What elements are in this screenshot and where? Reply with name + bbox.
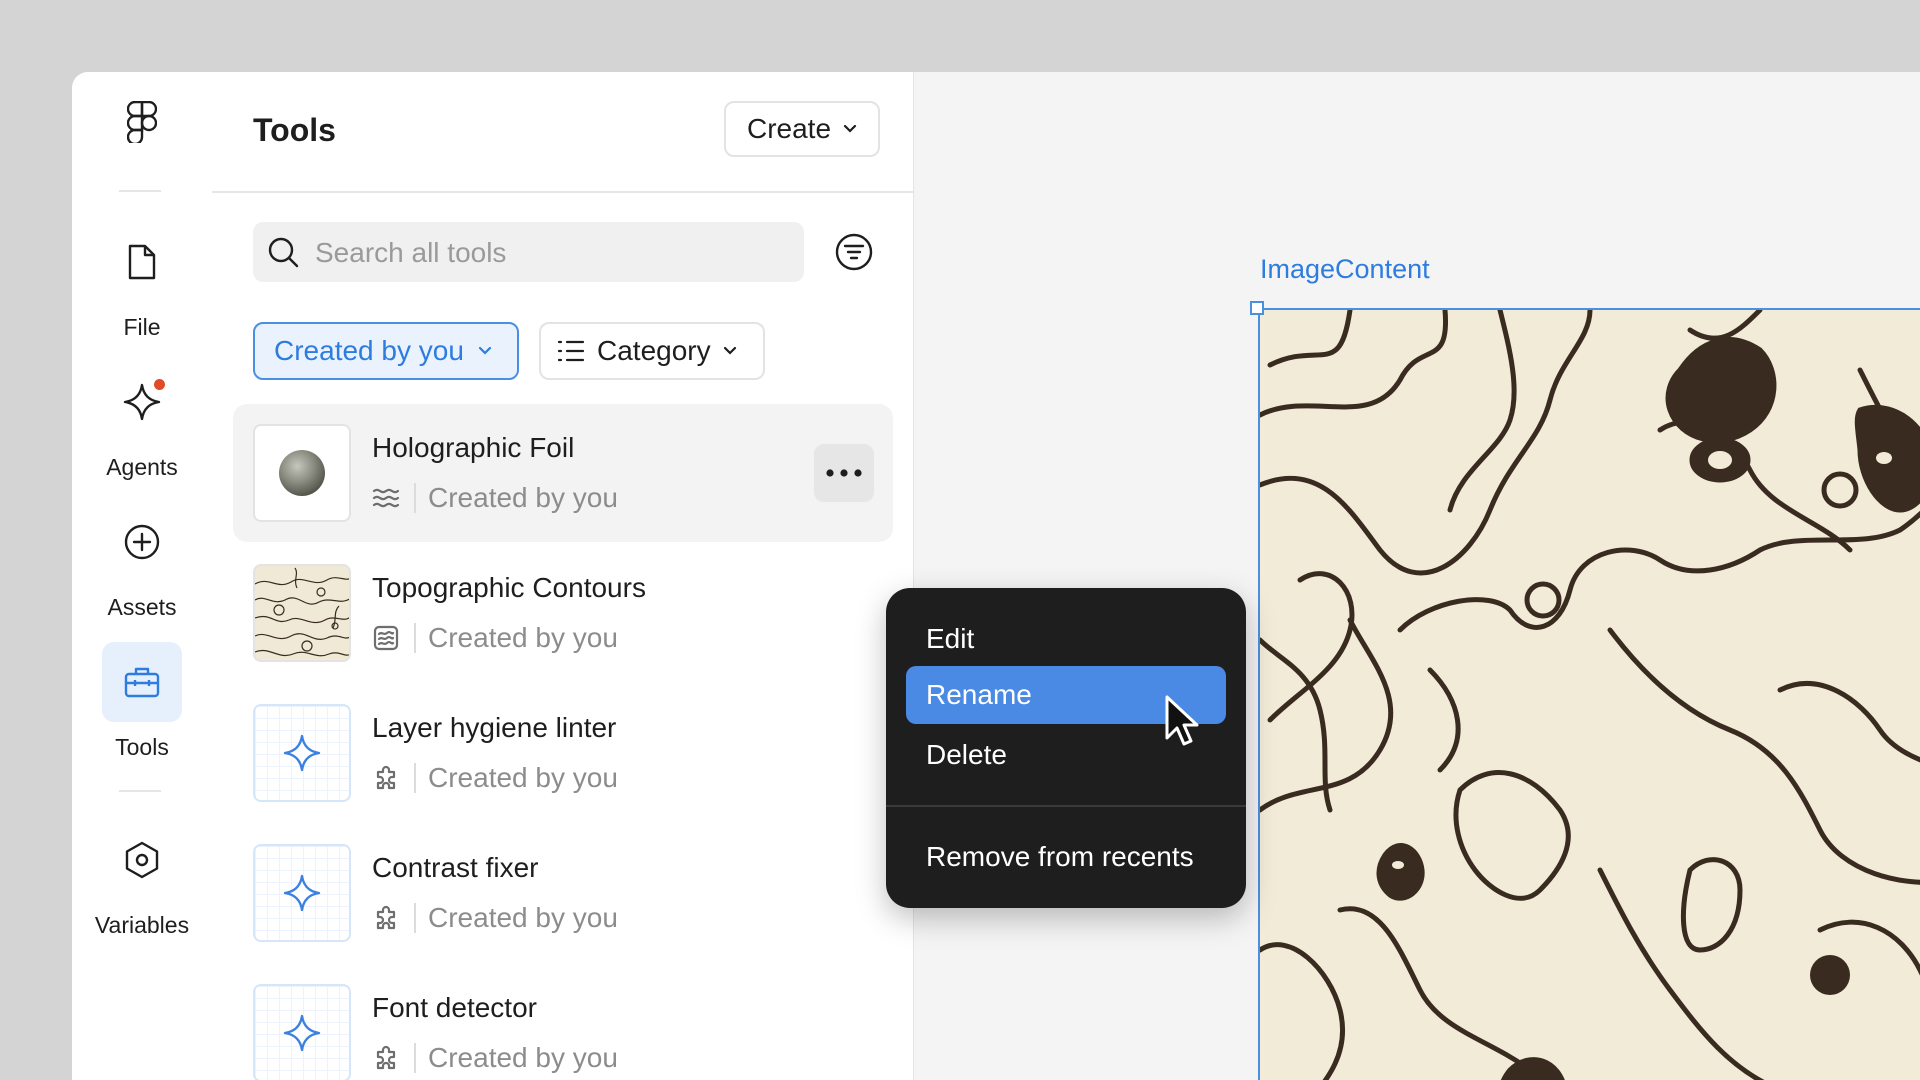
menu-item-remove-from-recents[interactable]: Remove from recents: [906, 828, 1226, 886]
sparkle-icon: [283, 734, 321, 772]
chevron-down-icon: [843, 124, 857, 133]
rail-item-assets[interactable]: Assets: [72, 502, 212, 621]
search-box[interactable]: [253, 222, 804, 284]
create-button-label: Create: [746, 113, 832, 144]
filter-category[interactable]: Category: [539, 322, 765, 380]
chevron-down-icon: [723, 346, 736, 355]
tool-thumbnail: [253, 564, 351, 662]
sparkle-icon: [283, 874, 321, 912]
tool-meta: Created by you: [372, 902, 618, 934]
tool-row[interactable]: Layer hygiene linter Created by you: [233, 684, 893, 822]
context-menu: Edit Rename Delete Remove from recents: [886, 588, 1246, 908]
meta-separator: [414, 1043, 416, 1073]
tool-row[interactable]: Contrast fixer Created by you: [233, 824, 893, 962]
rail-item-file[interactable]: File: [72, 222, 212, 341]
rail-item-tools[interactable]: Tools: [72, 642, 212, 761]
plugin-icon: [376, 905, 396, 930]
tool-meta: Created by you: [372, 762, 618, 794]
panel-header: Tools Create: [212, 72, 913, 193]
frame-label[interactable]: ImageContent: [1260, 254, 1430, 285]
search-icon: [268, 237, 299, 268]
tool-row[interactable]: Topographic Contours Created by you: [233, 544, 893, 682]
more-horizontal-icon: [826, 469, 862, 477]
rail-item-variables[interactable]: Variables: [72, 820, 212, 939]
menu-divider: [886, 805, 1246, 807]
sparkle-icon: [102, 362, 182, 442]
rail-label: Variables: [94, 912, 190, 938]
plugin-icon: [376, 765, 396, 790]
tool-name: Holographic Foil: [372, 432, 575, 463]
rail-label: Agents: [106, 454, 178, 480]
left-rail: File Agents Assets Tools Variables: [72, 72, 213, 1080]
waves-icon: [372, 488, 400, 508]
rail-divider: [119, 190, 161, 192]
resize-handle[interactable]: [1250, 301, 1264, 315]
tool-creator: Created by you: [428, 1042, 618, 1073]
create-button[interactable]: Create: [724, 101, 880, 157]
sparkle-icon: [283, 1014, 321, 1052]
tool-creator: Created by you: [428, 482, 618, 513]
tool-creator: Created by you: [428, 902, 618, 933]
filter-created-by[interactable]: Created by you: [253, 322, 519, 380]
notification-dot: [152, 377, 167, 392]
tool-name: Topographic Contours: [372, 572, 646, 603]
rail-label: Tools: [115, 734, 169, 760]
meta-separator: [414, 623, 416, 653]
plus-circle-icon: [102, 502, 182, 582]
chevron-down-icon: [478, 346, 491, 355]
meta-separator: [414, 903, 416, 933]
more-options-button[interactable]: [814, 444, 874, 502]
meta-separator: [414, 763, 416, 793]
file-icon: [102, 222, 182, 302]
rail-item-agents[interactable]: Agents: [72, 362, 212, 481]
menu-item-edit[interactable]: Edit: [906, 610, 1226, 668]
tool-thumbnail: [253, 704, 351, 802]
panel-title: Tools: [253, 112, 336, 148]
tool-meta: Created by you: [372, 1042, 618, 1074]
filter-created-by-label: Created by you: [274, 335, 464, 366]
tool-meta: Created by you: [372, 622, 618, 654]
tool-meta: Created by you: [372, 482, 618, 514]
rail-label: Assets: [107, 594, 177, 620]
list-icon: [557, 340, 585, 362]
toolbox-icon: [102, 642, 182, 722]
rail-divider: [119, 790, 161, 792]
pattern-icon: [373, 625, 399, 651]
plugin-icon: [376, 1045, 396, 1070]
tool-row[interactable]: Holographic Foil Created by you: [233, 404, 893, 542]
tool-creator: Created by you: [428, 622, 618, 653]
hexagon-icon: [102, 820, 182, 900]
tool-name: Contrast fixer: [372, 852, 539, 883]
mouse-cursor-icon: [1165, 695, 1199, 746]
tool-thumbnail: [253, 424, 351, 522]
image-content-frame[interactable]: [1258, 308, 1920, 1080]
tool-creator: Created by you: [428, 762, 618, 793]
app-window: File Agents Assets Tools Variables Tools…: [72, 72, 1920, 1080]
tool-row[interactable]: Font detector Created by you: [233, 964, 893, 1080]
filter-icon[interactable]: [834, 232, 874, 272]
tool-thumbnail: [253, 984, 351, 1080]
meta-separator: [414, 483, 416, 513]
rail-label: File: [123, 314, 161, 340]
tool-name: Layer hygiene linter: [372, 712, 617, 743]
tool-thumbnail: [253, 844, 351, 942]
figma-logo-icon[interactable]: [118, 98, 166, 146]
tool-name: Font detector: [372, 992, 537, 1023]
filter-category-label: Category: [597, 335, 711, 366]
search-input[interactable]: [313, 222, 787, 284]
tools-panel: Tools Create Created by you: [212, 72, 914, 1080]
